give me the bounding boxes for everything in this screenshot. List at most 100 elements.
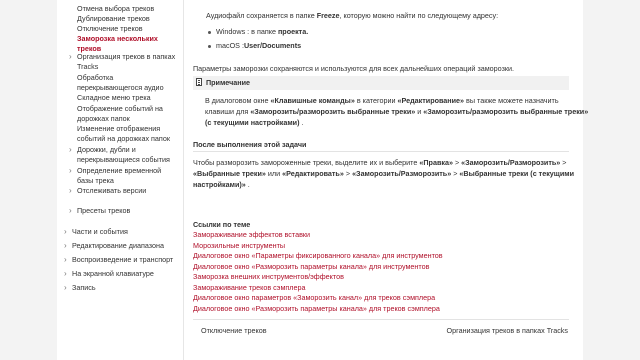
related-link[interactable]: Морозильные инструменты — [193, 241, 443, 252]
windows-path: Windows : в папке проекта. — [216, 27, 308, 37]
sidebar-item[interactable]: Дублирование треков — [57, 14, 183, 24]
sidebar-item[interactable]: Отмена выбора треков — [57, 4, 183, 14]
sidebar-item[interactable]: Заморозка нескольких треков — [57, 34, 183, 54]
sidebar-item-label: Отслеживать версии — [77, 186, 147, 195]
sidebar-item[interactable]: Изменение отображения событий на дорожка… — [57, 124, 183, 144]
note-text: клавиши для — [205, 107, 251, 116]
sidebar-item-label: Заморозка нескольких треков — [77, 34, 158, 53]
sidebar-item-label: Отмена выбора треков — [77, 4, 155, 13]
heading-rule — [193, 151, 569, 152]
windows-path-value: проекта. — [277, 27, 309, 36]
related-link[interactable]: Диалоговое окно «Параметры фиксированног… — [193, 251, 443, 262]
note-text: В диалоговом окне — [205, 96, 271, 105]
chevron-right-icon: › — [69, 186, 72, 195]
sidebar-item[interactable]: › Дорожки, дубли и перекрывающиеся событи… — [57, 145, 183, 165]
intro-text: Аудиофайл сохраняется в папке Freeze, ко… — [206, 11, 498, 21]
chevron-right-icon: › — [64, 283, 67, 292]
after-text: > — [343, 169, 353, 178]
sidebar-item[interactable]: › Отслеживать версии — [57, 186, 183, 196]
sidebar-item[interactable]: Складное меню трека — [57, 93, 183, 103]
chevron-right-icon: › — [64, 241, 67, 250]
sidebar-item[interactable]: Отключение треков — [57, 24, 183, 34]
mac-path: macOS :User/Documents — [216, 41, 301, 51]
sidebar-item[interactable]: › Воспроизведение и транспорт — [57, 255, 183, 265]
after-text-bold: «Редактировать» — [282, 169, 344, 178]
bullet-icon — [208, 31, 211, 34]
note-line-2: клавиши для «Заморозить/разморозить выбр… — [205, 107, 588, 117]
after-text-bold: «Заморозить/Разморозить» — [352, 169, 452, 178]
after-text-bold: «Выбранные треки» — [193, 169, 266, 178]
chevron-right-icon: › — [69, 52, 72, 61]
chevron-right-icon: › — [64, 227, 67, 236]
related-heading: Ссылки по теме — [193, 220, 251, 229]
after-text: или — [265, 169, 283, 178]
prev-page-link[interactable]: Отключение треков — [201, 326, 267, 336]
article: Аудиофайл сохраняется в папке Freeze, ко… — [193, 0, 588, 360]
sidebar-item[interactable]: › Пресеты треков — [57, 206, 183, 216]
after-text-bold: «Заморозить/Разморозить» — [461, 158, 561, 167]
freeze-folder-name: Freeze — [316, 11, 340, 20]
related-links-list: Замораживание эффектов вставки Морозильны… — [193, 230, 443, 314]
sidebar-item[interactable]: › Определение временной базы трека — [57, 166, 183, 186]
sidebar-item-label: Изменение отображения событий на дорожка… — [77, 124, 170, 143]
sidebar-item[interactable]: › На экранной клавиатуре — [57, 269, 183, 279]
windows-path-label: Windows : в папке — [216, 27, 278, 36]
related-link[interactable]: Диалоговое окно «Разморозить параметры к… — [193, 262, 443, 273]
after-text: > — [452, 158, 462, 167]
chevron-right-icon: › — [64, 255, 67, 264]
sidebar-item[interactable]: › Запись — [57, 283, 183, 293]
after-text: > — [560, 158, 567, 167]
sidebar-item[interactable]: › Части и события — [57, 227, 183, 237]
frame-right — [583, 0, 640, 360]
chevron-right-icon: › — [69, 206, 72, 215]
after-text: . — [245, 180, 250, 189]
freeze-params-text: Параметры заморозки сохраняются и исполь… — [193, 64, 515, 73]
sidebar-item-label: Складное меню трека — [77, 93, 151, 102]
after-line-2: «Выбранные треки» или «Редактировать» > … — [193, 169, 574, 179]
mac-path-label: macOS : — [216, 41, 244, 50]
sidebar-divider — [183, 0, 184, 360]
note-text-bold: (с текущими настройками) — [205, 118, 300, 127]
sidebar-item-label: Воспроизведение и транспорт — [72, 255, 174, 264]
note-box: Примечание В диалоговом окне «Клавишные … — [193, 76, 588, 132]
after-text-bold: «Правка» — [419, 158, 453, 167]
after-line-1: Чтобы разморозить замороженные треки, вы… — [193, 158, 567, 168]
note-text-bold: «Клавишные команды» — [270, 96, 355, 105]
after-line-3: настройками)» . — [193, 180, 250, 190]
related-link[interactable]: Замораживание эффектов вставки — [193, 230, 443, 241]
sidebar-item[interactable]: Отображение событий на дорожках папок — [57, 104, 183, 124]
related-link[interactable]: Диалоговое окно параметров «Заморозить к… — [193, 293, 443, 304]
sidebar-item-label: Отображение событий на дорожках папок — [77, 104, 163, 123]
related-link[interactable]: Замораживание треков сэмплера — [193, 283, 443, 294]
sidebar-item[interactable]: › Организация треков в папках Tracks — [57, 52, 183, 72]
intro-text-a: Аудиофайл сохраняется в папке — [206, 11, 317, 20]
sidebar-item-label: Запись — [72, 283, 96, 292]
related-link[interactable]: Диалоговое окно «Разморозить параметры к… — [193, 304, 443, 315]
note-text-bold: «Заморозить/разморозить выбранные треки» — [423, 107, 589, 116]
bullet-icon — [208, 45, 211, 48]
after-task-heading: После выполнения этой задачи — [193, 140, 307, 149]
note-header: Примечание — [193, 76, 569, 90]
chevron-right-icon: › — [69, 145, 72, 154]
chevron-right-icon: › — [64, 269, 67, 278]
note-line-3: (с текущими настройками) . — [205, 118, 304, 128]
intro-text-c: , которую можно найти по следующему адре… — [339, 11, 499, 20]
related-link[interactable]: Заморозка внешних инструментов/эффектов — [193, 272, 443, 283]
sidebar-item-label: Определение временной базы трека — [77, 166, 162, 185]
sidebar-item-label: На экранной клавиатуре — [72, 269, 154, 278]
sidebar-item[interactable]: › Редактирование диапазона — [57, 241, 183, 251]
sidebar-item-label: Организация треков в папках Tracks — [77, 52, 176, 71]
sidebar-item-label: Обработка перекрывающегося аудио — [77, 73, 164, 92]
after-text: Чтобы разморозить замороженные треки, вы… — [193, 158, 420, 167]
sidebar-nav: Отмена выбора треков Дублирование треков О… — [57, 0, 183, 360]
next-page-link[interactable]: Организация треков в папках Tracks — [447, 326, 568, 336]
note-text-bold: «Заморозить/разморозить выбранные треки» — [250, 107, 416, 116]
sidebar-item[interactable]: Обработка перекрывающегося аудио — [57, 73, 183, 93]
note-title: Примечание — [206, 78, 251, 87]
note-text: в категории — [354, 96, 398, 105]
sidebar-item-label: Отключение треков — [77, 24, 143, 33]
mac-path-value: User/Documents — [243, 41, 302, 50]
chevron-right-icon: › — [69, 166, 72, 175]
sidebar-item-label: Части и события — [72, 227, 128, 236]
sidebar-item-label: Дорожки, дубли и перекрывающиеся события — [77, 145, 170, 164]
